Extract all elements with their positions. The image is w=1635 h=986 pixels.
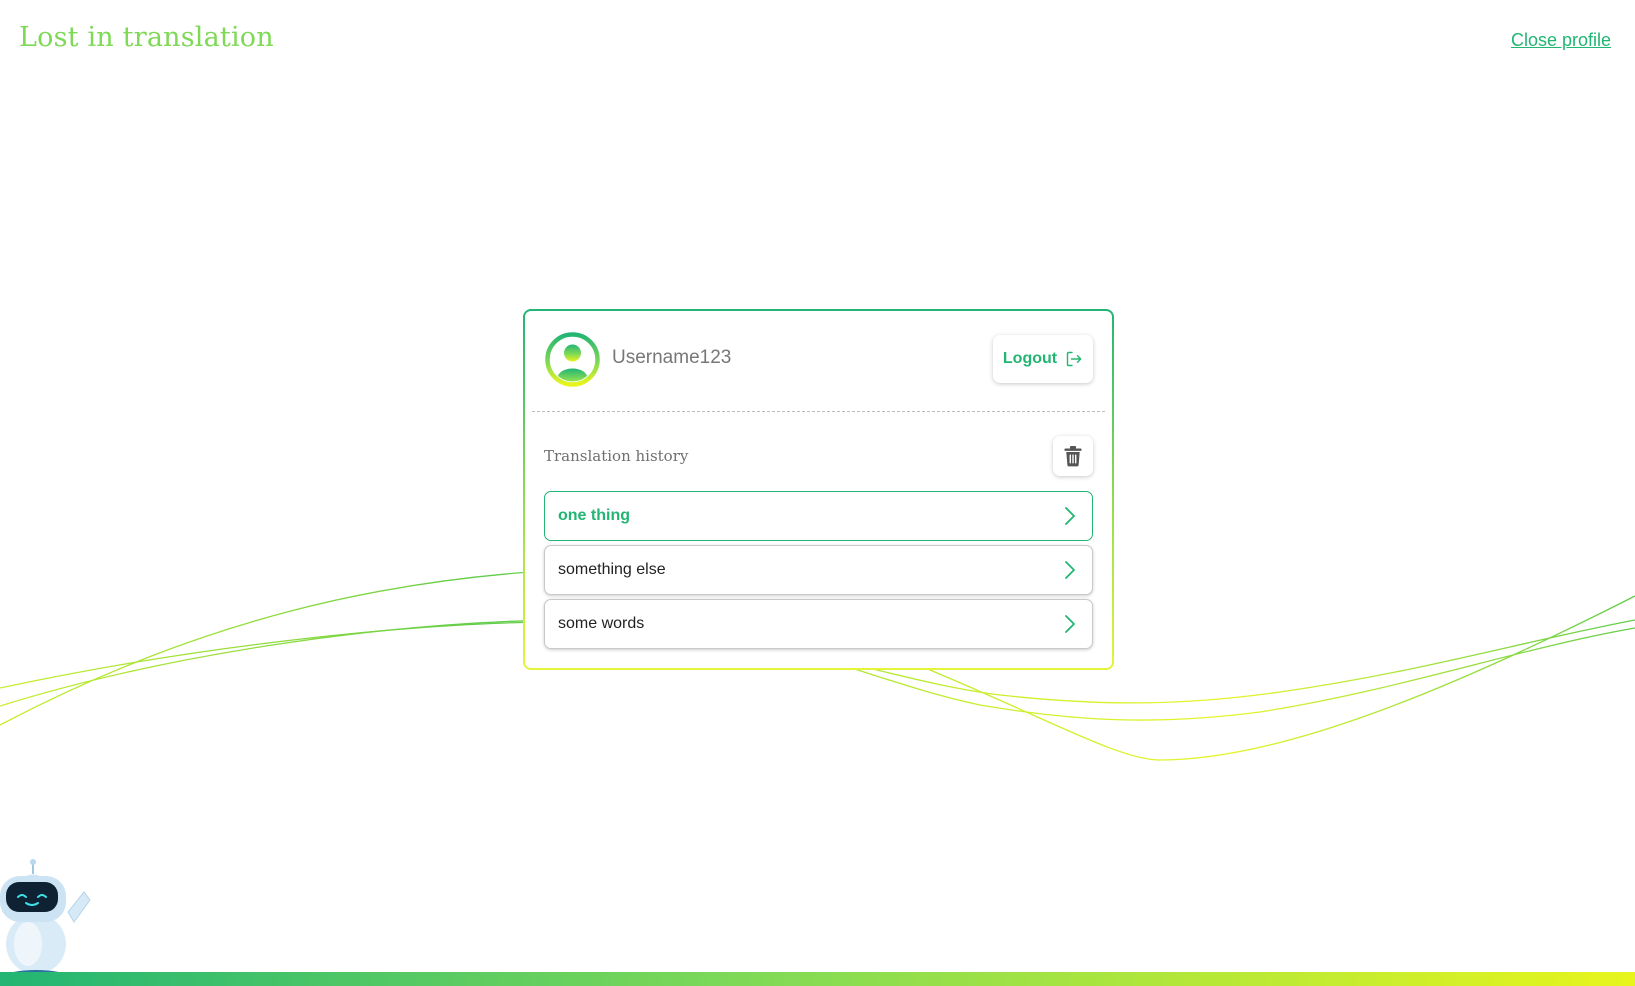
app-title: Lost in translation: [19, 22, 274, 53]
logout-icon: [1066, 351, 1082, 367]
history-item-label: some words: [558, 615, 645, 632]
trash-icon: [1064, 446, 1082, 467]
logout-label: Logout: [1002, 350, 1058, 367]
history-list: one thing something else some words: [544, 491, 1093, 653]
profile-header: Username123 Logout: [544, 331, 1093, 388]
history-title: Translation history: [544, 447, 689, 465]
history-item[interactable]: some words: [544, 599, 1093, 649]
history-item[interactable]: one thing: [544, 491, 1093, 541]
user-circle-icon: [545, 332, 600, 387]
clear-history-button[interactable]: [1053, 436, 1093, 476]
history-item-label: one thing: [558, 507, 630, 524]
username-label: Username123: [612, 347, 732, 368]
robot-mascot: [0, 859, 91, 982]
bottom-gradient-bar: [0, 972, 1635, 986]
chevron-right-icon: [1065, 507, 1075, 525]
profile-card: Username123 Logout Translation history o…: [523, 309, 1114, 670]
logout-button[interactable]: Logout: [993, 335, 1093, 383]
chevron-right-icon: [1065, 561, 1075, 579]
history-item-label: something else: [558, 561, 666, 578]
section-divider: [532, 411, 1105, 412]
close-profile-link[interactable]: Close profile: [1511, 30, 1611, 51]
chevron-right-icon: [1065, 615, 1075, 633]
history-item[interactable]: something else: [544, 545, 1093, 595]
